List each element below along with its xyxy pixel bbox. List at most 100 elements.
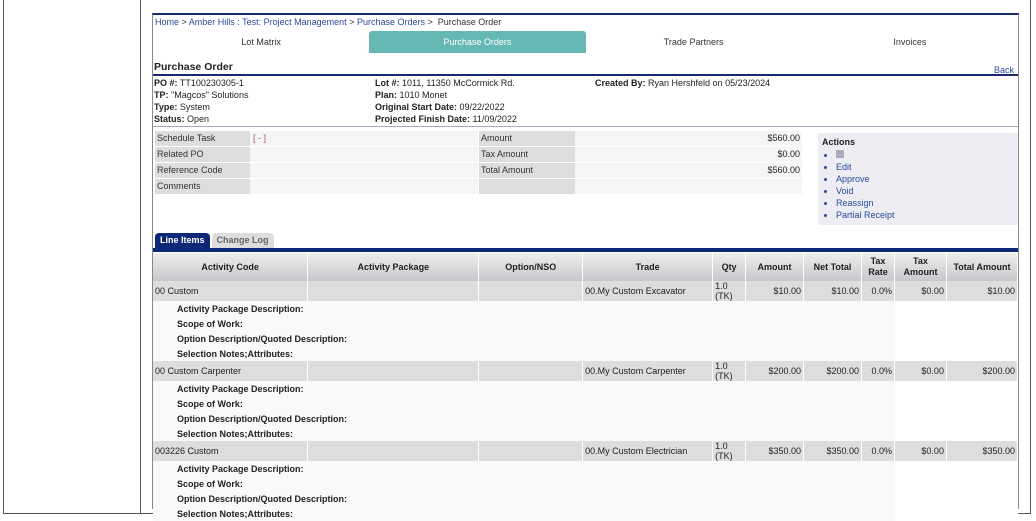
detail-value [894, 381, 1018, 396]
reassign-action[interactable]: Reassign [836, 197, 1014, 209]
detail-label: Scope of Work: [153, 476, 895, 491]
detail-label: Activity Package Description: [153, 301, 895, 316]
cell-package [307, 361, 480, 381]
po-info-left: PO #: TT100230305-1 TP: "Magcos" Solutio… [154, 77, 248, 125]
detail-value [894, 301, 1018, 316]
cell-option [478, 441, 584, 461]
cell-tax: $0.00 [894, 441, 947, 461]
cell-package [307, 441, 480, 461]
print-action[interactable] [836, 149, 1014, 161]
breadcrumb: Home > Amber Hills : Test: Project Manag… [155, 17, 502, 27]
detail-value [894, 426, 1018, 441]
cell-total: $200.00 [946, 361, 1019, 381]
cell-amount: $10.00 [745, 281, 805, 301]
line-tabs: Line Items Change Log [155, 233, 276, 248]
created-by: Ryan Hershfeld on 05/23/2024 [648, 78, 771, 88]
cell-total: $350.00 [946, 441, 1019, 461]
tab-invoices[interactable]: Invoices [802, 31, 1018, 53]
column-header: Qty [712, 253, 747, 281]
cell-net: $10.00 [803, 281, 862, 301]
schedule-task-toggle[interactable]: [ - ] [250, 131, 478, 146]
actions-title: Actions [822, 137, 856, 147]
main-tabs: Lot Matrix Purchase Orders Trade Partner… [153, 31, 1018, 53]
detail-value [894, 461, 1018, 476]
tab-bar [153, 248, 1018, 252]
cell-rate: 0.0% [861, 361, 895, 381]
column-header: Trade [582, 253, 714, 281]
cell-tax: $0.00 [894, 281, 947, 301]
detail-label: Option Description/Quoted Description: [153, 491, 895, 506]
tab-purchase-orders[interactable]: Purchase Orders [369, 31, 586, 53]
page-title: Purchase Order [154, 61, 233, 73]
actions-panel: Actions Edit Approve Void Reassign Parti… [818, 133, 1018, 225]
cell-net: $200.00 [803, 361, 862, 381]
breadcrumb-project[interactable]: Amber Hills : Test: Project Management [189, 17, 347, 27]
tab-line-items[interactable]: Line Items [155, 233, 210, 248]
column-header: Tax Rate [861, 253, 895, 281]
cell-qty: 1.0 (TK) [712, 281, 747, 301]
cell-option [478, 361, 584, 381]
total-amount-value: $560.00 [575, 163, 802, 178]
detail-row: Selection Notes;Attributes: [153, 346, 1018, 361]
divider [153, 126, 1018, 127]
cell-option [478, 281, 584, 301]
edit-action[interactable]: Edit [836, 161, 1014, 173]
tax-amount-label: Tax Amount [479, 147, 575, 162]
purchase-order-panel: Home > Amber Hills : Test: Project Manag… [152, 13, 1019, 521]
detail-row: Scope of Work: [153, 316, 1018, 331]
tab-change-log[interactable]: Change Log [211, 233, 274, 248]
comments-value [250, 179, 478, 194]
detail-row: Activity Package Description: [153, 381, 1018, 396]
void-action[interactable]: Void [836, 185, 1014, 197]
total-amount-label: Total Amount [479, 163, 575, 178]
cell-qty: 1.0 (TK) [712, 441, 747, 461]
finish-date: 11/09/2022 [472, 114, 517, 124]
column-header: Net Total [803, 253, 862, 281]
cell-trade: 00.My Custom Carpenter [582, 361, 714, 381]
detail-row: Scope of Work: [153, 396, 1018, 411]
approve-action[interactable]: Approve [836, 173, 1014, 185]
related-po-label: Related PO [155, 147, 250, 162]
breadcrumb-purchase-orders[interactable]: Purchase Orders [357, 17, 425, 27]
empty-label [479, 179, 575, 194]
amount-value: $560.00 [575, 131, 802, 146]
column-divider [140, 0, 141, 514]
po-info-right: Created By: Ryan Hershfeld on 05/23/2024 [595, 77, 770, 89]
reference-code-value [250, 163, 478, 178]
cell-tax: $0.00 [894, 361, 947, 381]
detail-row: Activity Package Description: [153, 461, 1018, 476]
related-po-value [250, 147, 478, 162]
detail-value [894, 346, 1018, 361]
detail-value [894, 476, 1018, 491]
created-label: Created By: [595, 78, 646, 88]
column-header: Activity Code [153, 253, 309, 281]
cell-amount: $350.00 [745, 441, 805, 461]
tp-label: TP: [154, 90, 169, 100]
partial-receipt-action[interactable]: Partial Receipt [836, 209, 1014, 221]
finish-label: Projected Finish Date: [375, 114, 471, 124]
detail-label: Selection Notes;Attributes: [153, 506, 895, 521]
detail-label: Option Description/Quoted Description: [153, 411, 895, 426]
detail-value [894, 411, 1018, 426]
cell-rate: 0.0% [861, 441, 895, 461]
cell-code: 003226 Custom [153, 441, 309, 461]
cell-package [307, 281, 480, 301]
detail-row: Option Description/Quoted Description: [153, 491, 1018, 506]
tab-lot-matrix[interactable]: Lot Matrix [153, 31, 369, 53]
breadcrumb-home[interactable]: Home [155, 17, 179, 27]
start-label: Original Start Date: [375, 102, 458, 112]
lot-label: Lot #: [375, 78, 400, 88]
cell-amount: $200.00 [745, 361, 805, 381]
column-header: Activity Package [307, 253, 480, 281]
tab-trade-partners[interactable]: Trade Partners [586, 31, 802, 53]
cell-total: $10.00 [946, 281, 1019, 301]
po-info-middle: Lot #: 1011, 11350 McCormick Rd. Plan: 1… [375, 77, 517, 125]
table-row: 003226 Custom 00.My Custom Electrician 1.0… [153, 441, 1019, 461]
cell-trade: 00.My Custom Excavator [582, 281, 714, 301]
reference-code-label: Reference Code [155, 163, 250, 178]
detail-row: Scope of Work: [153, 476, 1018, 491]
detail-value [894, 316, 1018, 331]
po-label: PO #: [154, 78, 178, 88]
amount-label: Amount [479, 131, 575, 146]
column-header: Tax Amount [894, 253, 947, 281]
